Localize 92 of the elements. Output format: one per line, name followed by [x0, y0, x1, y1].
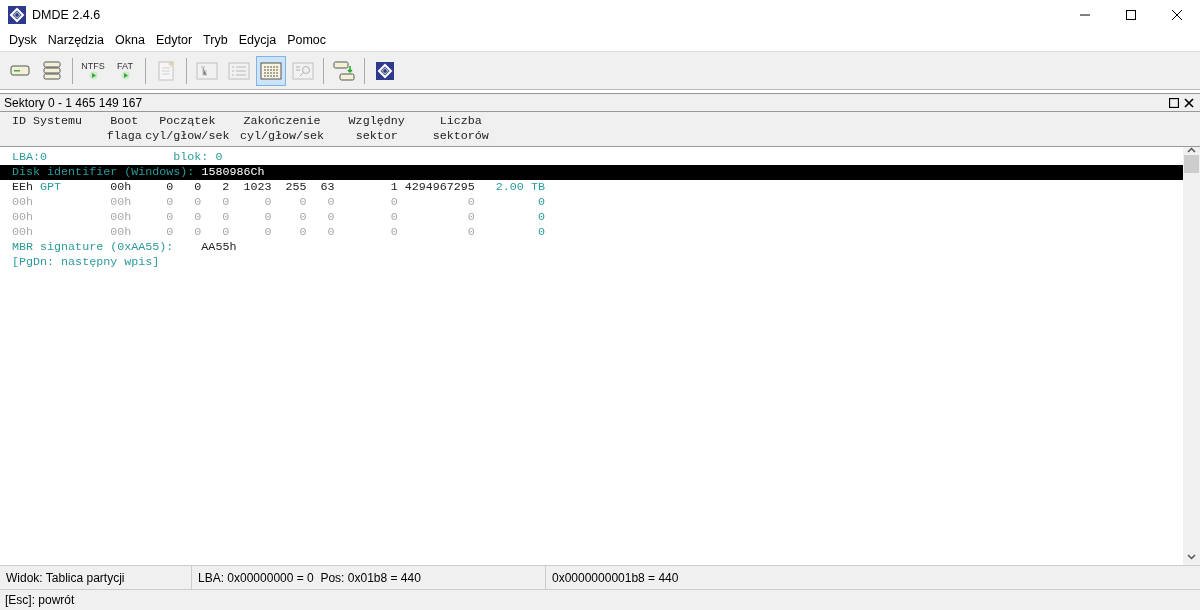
key-hint: [Esc]: powrót: [5, 592, 75, 609]
table-cell-text: 1023: [242, 180, 272, 195]
app-logo-icon: [8, 6, 26, 24]
window-title: DMDE 2.4.6: [32, 6, 101, 24]
scroll-down-icon[interactable]: [1187, 554, 1196, 560]
toolbar-button[interactable]: FAT: [110, 55, 140, 86]
table-cell-text: 00h: [12, 225, 35, 240]
table-cell-text: GPT: [40, 180, 63, 195]
scroll-up-icon[interactable]: [1187, 147, 1196, 153]
toolbar-button[interactable]: NTFS: [78, 55, 108, 86]
menu-item[interactable]: Edycja: [233, 31, 283, 50]
maximize-icon: [1126, 10, 1136, 20]
table-cell-text: 0: [165, 195, 174, 210]
table-cell-text: 0: [389, 195, 398, 210]
table-cell-text: 0: [298, 195, 307, 210]
table-cell-text: 4294967295: [403, 180, 475, 195]
table-cell-text: 0: [165, 180, 174, 195]
table-cell: 00h: [110, 210, 132, 225]
lba-label: LBA:0: [12, 150, 49, 165]
disk-identifier-row[interactable]: Disk identifier (Windows): 1580986Ch: [0, 165, 1183, 180]
column-header: Boot flaga: [105, 114, 143, 144]
table-cell-text: 0: [263, 195, 272, 210]
table-cell-text: 0: [193, 180, 202, 195]
table-cell-text: EEh: [12, 180, 35, 195]
table-cell-text: 0: [389, 210, 398, 225]
column-header: Względny sektor: [347, 114, 406, 144]
scroll-thumb[interactable]: [1184, 155, 1199, 173]
signature-value: AA55h: [201, 240, 237, 255]
table-cell-text: 0: [466, 195, 475, 210]
table-cell-text: 0: [263, 210, 272, 225]
drive-stack-icon: [41, 59, 63, 82]
table-cell-text: 0: [536, 195, 545, 210]
table-cell-text: 00h: [12, 195, 35, 210]
table-cell: 00h: [110, 180, 132, 195]
panel-title: Sektory 0 - 1 465 149 167: [4, 94, 143, 112]
table-cell-text: 2.00 TB: [494, 180, 545, 195]
app-logo-icon: [376, 61, 394, 80]
scrollbar[interactable]: [1183, 147, 1200, 565]
table-cell-text: 0: [221, 225, 230, 240]
maximize-icon[interactable]: [1169, 97, 1179, 108]
table-cell-text: 00h: [12, 210, 35, 225]
menu-item[interactable]: Narzędzia: [42, 31, 111, 50]
table-cell-text: 0: [221, 195, 230, 210]
table-cell-text: 0: [193, 195, 202, 210]
table-cell-text: 0: [221, 210, 230, 225]
menu-item[interactable]: Edytor: [150, 31, 199, 50]
table-cell-text: 0: [326, 195, 335, 210]
disk-identifier-value: 1580986Ch: [201, 165, 265, 179]
column-header: Początek cyl/głow/sek: [145, 114, 230, 144]
menu-item[interactable]: Okna: [110, 31, 151, 50]
tree-view-icon: [196, 59, 218, 82]
table-cell: 00h: [110, 225, 132, 240]
list-view-icon: [228, 59, 250, 82]
table-cell-text: 1: [389, 180, 398, 195]
table-cell-text: 63: [319, 180, 335, 195]
block-label: blok: 0: [173, 150, 223, 165]
table-cell-text: 0: [326, 225, 335, 240]
status-text: 0x0000000001b8 = 440: [551, 569, 680, 587]
play-icon: [120, 71, 130, 80]
table-cell-text: 2: [221, 180, 230, 195]
table-cell: 00h: [110, 195, 132, 210]
search-view-icon: [292, 59, 314, 82]
menu-item[interactable]: Dysk: [4, 31, 43, 50]
disk-identifier-label: Disk identifier (Windows):: [12, 165, 195, 179]
menu-item[interactable]: Pomoc: [282, 31, 333, 50]
column-header: Zakończenie cyl/głow/sek: [238, 114, 326, 144]
signature-label: MBR signature (0xAA55):: [12, 240, 175, 255]
copy-drive-icon: [333, 59, 355, 82]
status-text: LBA: 0x00000000 = 0 Pos: 0x01b8 = 440: [192, 566, 546, 589]
table-cell-text: 0: [165, 225, 174, 240]
table-cell-text: 0: [389, 225, 398, 240]
table-cell-text: 0: [298, 210, 307, 225]
table-cell-text: 255: [284, 180, 307, 195]
close-icon: [1172, 10, 1182, 20]
table-cell-text: 0: [536, 225, 545, 240]
close-icon[interactable]: [1184, 97, 1194, 108]
key-hint: [PgDn: następny wpis]: [12, 255, 160, 270]
menu-item[interactable]: Tryb: [198, 31, 234, 50]
table-cell-text: 0: [193, 210, 202, 225]
table-cell-text: 0: [165, 210, 174, 225]
play-icon: [88, 71, 98, 80]
table-cell-text: 0: [466, 225, 475, 240]
table-cell-text: 0: [466, 210, 475, 225]
table-view-icon: [260, 59, 282, 82]
table-cell-text: 0: [536, 210, 545, 225]
table-cell-text: 0: [298, 225, 307, 240]
table-cell-text: 0: [193, 225, 202, 240]
document-icon: [155, 59, 177, 82]
status-text: Widok: Tablica partycji: [0, 566, 192, 589]
table-cell-text: 0: [263, 225, 272, 240]
column-header: Liczba sektorów: [431, 114, 490, 144]
table-cell-text: 0: [326, 210, 335, 225]
